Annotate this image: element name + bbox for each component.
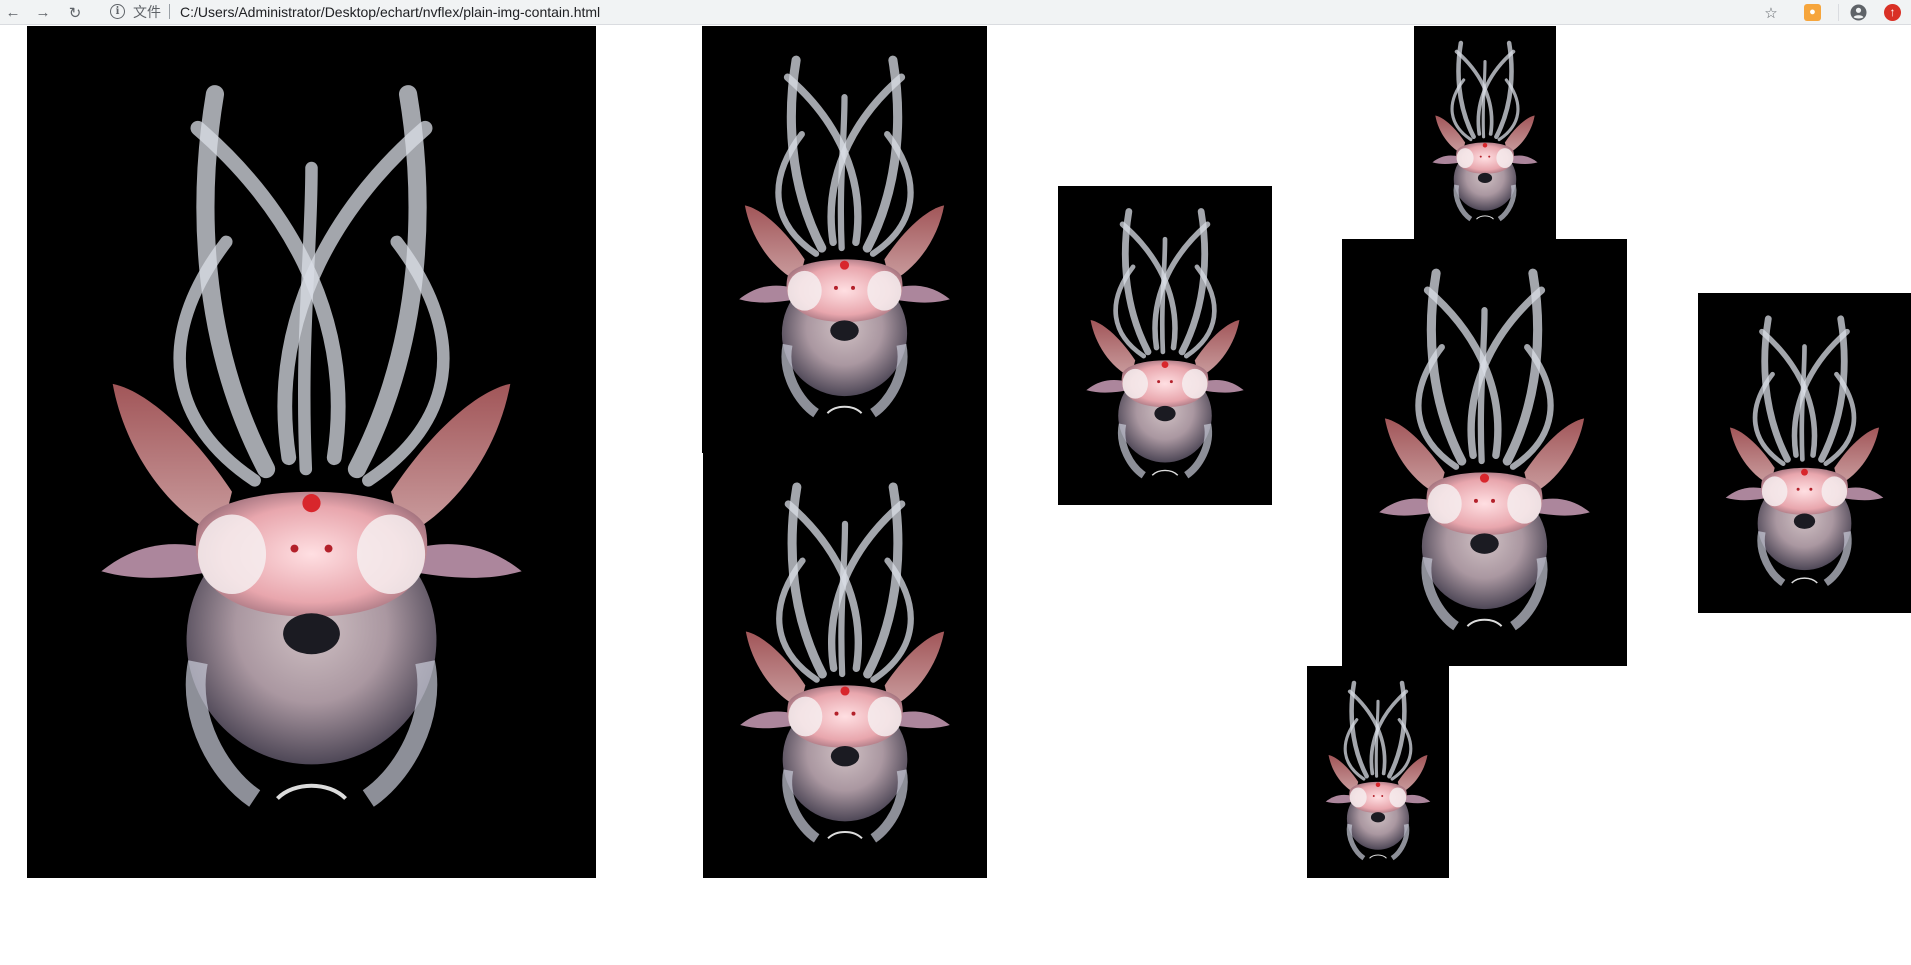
address-bar[interactable]: i 文件 C:/Users/Administrator/Desktop/echa…	[100, 0, 1788, 23]
reload-icon: ↻	[68, 4, 82, 22]
bookmark-button[interactable]: ☆	[1758, 0, 1784, 25]
squid-image-column5	[1698, 293, 1911, 613]
squid-image	[703, 453, 987, 878]
omnibox-divider	[169, 4, 170, 19]
squid-image	[27, 26, 596, 878]
url-text[interactable]: C:/Users/Administrator/Desktop/echart/nv…	[180, 4, 600, 20]
squid-image	[702, 26, 987, 453]
scheme-label: 文件	[133, 3, 161, 20]
profile-button[interactable]	[1850, 4, 1867, 21]
reload-button[interactable]: ↻	[62, 0, 88, 25]
back-button[interactable]: ←	[0, 0, 26, 25]
arrow-right-icon: →	[35, 4, 51, 21]
forward-button[interactable]: →	[30, 0, 56, 25]
squid-image	[1698, 293, 1911, 613]
squid-image-column4-middle	[1342, 239, 1627, 666]
squid-image-column4-bottom	[1307, 666, 1449, 878]
squid-image-column2-bottom	[703, 453, 987, 878]
extension-icon[interactable]: ●	[1804, 4, 1821, 21]
account-icon	[1850, 4, 1867, 21]
squid-image-column4-top	[1414, 26, 1556, 239]
squid-image-large	[27, 26, 596, 878]
star-icon: ☆	[1764, 4, 1778, 22]
squid-image	[1058, 186, 1272, 505]
arrow-left-icon: ←	[5, 4, 21, 21]
squid-image-column3	[1058, 186, 1272, 505]
update-icon[interactable]: ↑	[1884, 4, 1901, 21]
squid-image-column2-top	[702, 26, 987, 453]
squid-image	[1342, 239, 1627, 666]
toolbar-separator	[1838, 4, 1839, 21]
browser-toolbar: ← → ↻ i 文件 C:/Users/Administrator/Deskto…	[0, 0, 1911, 25]
squid-image	[1414, 26, 1556, 239]
squid-image	[1307, 666, 1449, 878]
info-icon[interactable]: i	[110, 4, 125, 19]
